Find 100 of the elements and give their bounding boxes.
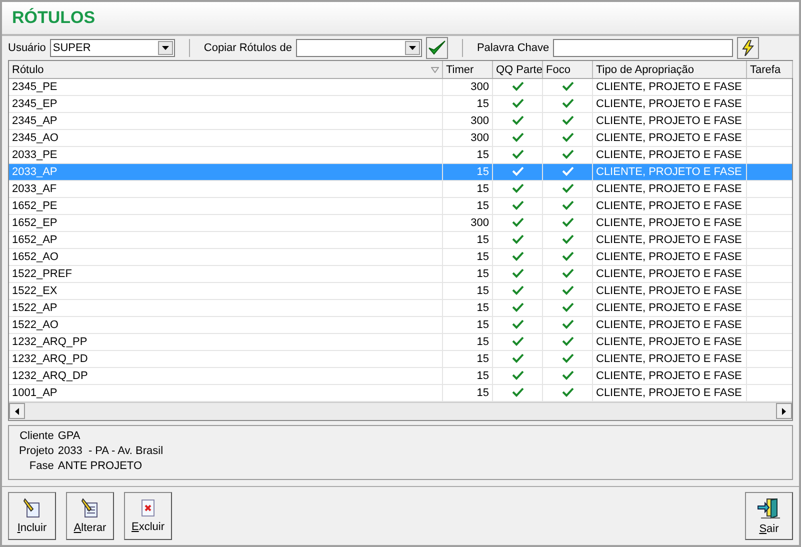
- table-row[interactable]: 1522_AO 15 CLIENTE, PROJETO E FASE: [9, 317, 792, 334]
- check-icon: [512, 182, 524, 193]
- check-icon: [512, 114, 524, 125]
- check-icon: [512, 166, 524, 176]
- delete-button[interactable]: Excluir: [124, 492, 172, 540]
- detail-value: ANTE PROJETO: [58, 459, 144, 474]
- exit-button[interactable]: Sair: [745, 492, 793, 540]
- table-row[interactable]: 1522_EX 15 CLIENTE, PROJETO E FASE: [9, 283, 792, 300]
- table-row[interactable]: 1001_AP 15 CLIENTE, PROJETO E FASE: [9, 385, 792, 402]
- table-cell: 15: [476, 285, 489, 298]
- table-row[interactable]: 2345_PE 300 CLIENTE, PROJETO E FASE: [9, 79, 792, 96]
- table-row[interactable]: 1652_EP 300 CLIENTE, PROJETO E FASE: [9, 215, 792, 232]
- keyword-field[interactable]: [553, 38, 734, 57]
- scroll-right-button[interactable]: [776, 403, 792, 420]
- table-cell: CLIENTE, PROJETO E FASE: [596, 81, 742, 94]
- table-cell: CLIENTE, PROJETO E FASE: [596, 132, 742, 144]
- check-icon: [512, 98, 524, 108]
- add-button[interactable]: Incluir: [8, 492, 56, 540]
- check-icon: [562, 182, 574, 193]
- table-row[interactable]: 2345_AO 300 CLIENTE, PROJETO E FASE: [9, 130, 792, 148]
- table-row[interactable]: 2345_EP 15 CLIENTE, PROJETO E FASE: [9, 96, 792, 114]
- check-icon: [512, 302, 524, 312]
- table-cell: 2345_PE: [12, 81, 58, 94]
- caret-icon: [162, 46, 169, 50]
- copy-labels-dropdown[interactable]: [296, 38, 422, 57]
- table-cell: 15: [476, 387, 489, 400]
- column-header[interactable]: QQ Parte: [496, 64, 542, 76]
- table-cell: 2033_AF: [12, 183, 57, 196]
- column-header[interactable]: Rótulo: [12, 64, 44, 76]
- check-icon: [562, 318, 574, 329]
- table-row[interactable]: 1232_ARQ_PD 15 CLIENTE, PROJETO E FASE: [9, 351, 792, 368]
- table-cell: 2033_PE: [12, 149, 58, 162]
- pencil-document-icon: [23, 498, 41, 518]
- column-header[interactable]: Foco: [546, 64, 570, 76]
- table-cell: 15: [476, 336, 489, 348]
- table-cell: CLIENTE, PROJETO E FASE: [596, 387, 742, 400]
- table-cell: 1522_EX: [12, 285, 58, 298]
- horizontal-scrollbar[interactable]: [9, 402, 792, 420]
- table-cell: 15: [476, 302, 489, 314]
- lightning-button[interactable]: [737, 36, 760, 59]
- check-icon: [562, 302, 574, 312]
- table-cell: 1522_PREF: [12, 268, 72, 280]
- table-row[interactable]: 2033_AF 15 CLIENTE, PROJETO E FASE: [9, 181, 792, 198]
- check-icon: [562, 268, 574, 278]
- table-row[interactable]: 1652_AP 15 CLIENTE, PROJETO E FASE: [9, 232, 792, 250]
- detail-label: Fase: [28, 459, 54, 474]
- column-header[interactable]: Tarefa: [750, 64, 781, 76]
- table-row[interactable]: 2345_AP 300 CLIENTE, PROJETO E FASE: [9, 113, 792, 130]
- table-row[interactable]: 1232_ARQ_PP 15 CLIENTE, PROJETO E FASE: [9, 334, 792, 352]
- table-cell: 1232_ARQ_PD: [12, 353, 88, 366]
- check-icon: [512, 352, 524, 363]
- check-icon: [512, 284, 524, 295]
- column-header[interactable]: Tipo de Apropriação: [596, 64, 694, 76]
- table-cell: 1001_AP: [12, 387, 58, 400]
- column-header[interactable]: Timer: [446, 64, 474, 76]
- check-icon: [562, 352, 574, 363]
- table-cell: 15: [476, 319, 489, 332]
- table-row[interactable]: 1652_PE 15 CLIENTE, PROJETO E FASE: [9, 198, 792, 216]
- table-row[interactable]: 1232_ARQ_DP 15 CLIENTE, PROJETO E FASE: [9, 368, 792, 386]
- check-icon: [512, 148, 524, 159]
- table-cell: 15: [476, 353, 489, 366]
- table-row[interactable]: 1652_AO 15 CLIENTE, PROJETO E FASE: [9, 249, 792, 266]
- copy-labels-label: Copiar Rótulos de: [204, 42, 292, 54]
- user-label: Usuário: [8, 42, 46, 54]
- table-cell: 15: [476, 200, 489, 212]
- right-arrow-icon: [782, 408, 786, 415]
- table-cell: CLIENTE, PROJETO E FASE: [596, 166, 742, 178]
- lightning-icon: [742, 40, 754, 56]
- table-cell: 2345_AP: [12, 115, 58, 128]
- caret-icon: [408, 46, 416, 50]
- table-row[interactable]: 2033_PE 15 CLIENTE, PROJETO E FASE: [9, 147, 792, 164]
- table-cell: 15: [476, 166, 489, 178]
- check-icon: [512, 318, 524, 329]
- check-icon: [562, 250, 574, 261]
- table-cell: 1232_ARQ_DP: [12, 370, 88, 382]
- user-dropdown[interactable]: SUPER: [50, 38, 175, 57]
- detail-value: 2033 - PA - Av. Brasil: [58, 444, 164, 460]
- confirm-button[interactable]: [426, 36, 448, 59]
- edit-button[interactable]: Alterar: [66, 492, 114, 540]
- table-cell: CLIENTE, PROJETO E FASE: [596, 183, 742, 196]
- table-cell: CLIENTE, PROJETO E FASE: [596, 149, 742, 162]
- table-cell: CLIENTE, PROJETO E FASE: [596, 98, 742, 110]
- check-icon: [562, 284, 574, 295]
- table-cell: CLIENTE, PROJETO E FASE: [596, 115, 742, 128]
- table-cell: CLIENTE, PROJETO E FASE: [596, 217, 742, 230]
- table-cell: CLIENTE, PROJETO E FASE: [596, 268, 742, 280]
- check-icon: [562, 386, 574, 397]
- check-icon: [512, 370, 524, 380]
- check-icon: [562, 98, 574, 108]
- table-row[interactable]: 1522_PREF 15 CLIENTE, PROJETO E FASE: [9, 266, 792, 284]
- table-cell: 300: [470, 81, 489, 94]
- table-row[interactable]: 1522_AP 15 CLIENTE, PROJETO E FASE: [9, 300, 792, 318]
- table-cell: 15: [476, 149, 489, 162]
- table-cell: 15: [476, 251, 489, 264]
- table-cell: CLIENTE, PROJETO E FASE: [596, 353, 742, 366]
- check-icon: [562, 370, 574, 380]
- scroll-left-button[interactable]: [9, 403, 25, 420]
- table-cell: 1652_AP: [12, 234, 58, 246]
- check-icon: [512, 386, 524, 397]
- check-icon: [562, 148, 574, 159]
